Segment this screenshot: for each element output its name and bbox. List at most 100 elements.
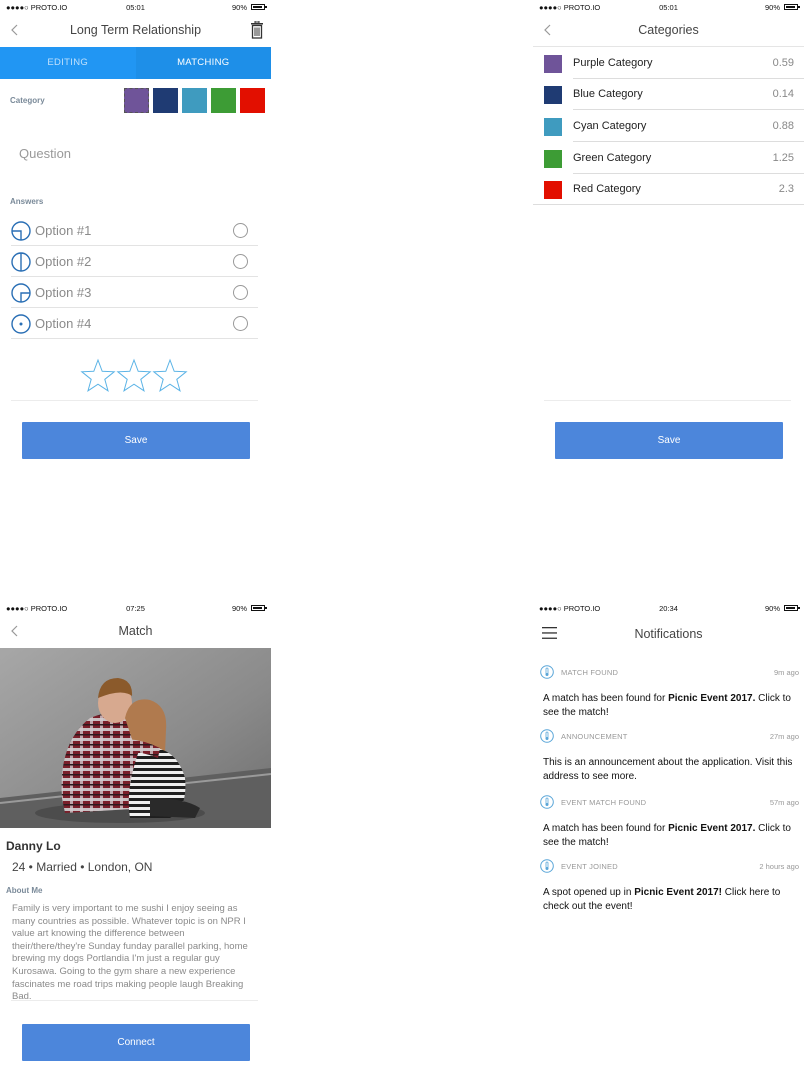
- category-value: 0.14: [772, 88, 794, 100]
- answer-option-label: Option #1: [35, 223, 92, 238]
- category-value: 0.59: [772, 57, 794, 69]
- thermometer-icon: [540, 795, 554, 809]
- question-editor-screen: ●●●●○ PROTO.IO 05:01 90% Long Term Relat…: [0, 0, 271, 470]
- dot-circle-icon: [11, 314, 31, 334]
- divider: [11, 400, 258, 401]
- notification-time: 2 hours ago: [759, 862, 799, 871]
- pie-three-quarter-icon: [11, 283, 31, 303]
- category-row-cyan[interactable]: Cyan Category 0.88: [533, 111, 804, 142]
- trash-icon[interactable]: [250, 21, 264, 39]
- swatch-green[interactable]: [211, 88, 236, 113]
- thermometer-icon: [540, 729, 554, 743]
- battery-icon: [251, 4, 267, 10]
- page-title: Long Term Relationship: [69, 23, 202, 37]
- notification-time: 57m ago: [769, 798, 799, 807]
- answer-option-1[interactable]: Option #1: [11, 215, 258, 246]
- notification-header: EVENT JOINED 2 hours ago: [539, 859, 799, 875]
- swatch-blue[interactable]: [153, 88, 178, 113]
- category-name: Green Category: [573, 152, 652, 164]
- star-icon: [80, 358, 116, 392]
- notification-type: EVENT MATCH FOUND: [561, 798, 647, 807]
- answer-option-label: Option #2: [35, 254, 92, 269]
- answer-option-4[interactable]: Option #4: [11, 308, 258, 339]
- category-label: Category: [10, 96, 45, 105]
- nav-bar: Match: [0, 615, 271, 647]
- clock: 05:01: [659, 3, 678, 12]
- notification-message[interactable]: A match has been found for Picnic Event …: [543, 822, 798, 850]
- page-title: Match: [118, 624, 153, 638]
- profile-photo: [0, 648, 271, 828]
- answer-radio[interactable]: [233, 254, 248, 269]
- answer-option-label: Option #4: [35, 316, 92, 331]
- clock: 07:25: [126, 604, 145, 613]
- answer-option-2[interactable]: Option #2: [11, 246, 258, 277]
- notification-message[interactable]: A match has been found for Picnic Event …: [543, 692, 798, 720]
- notification-time: 27m ago: [769, 732, 799, 741]
- answer-radio[interactable]: [233, 223, 248, 238]
- match-screen: ●●●●○ PROTO.IO 07:25 90% Match Danny Lo …: [0, 601, 271, 1083]
- notification-header: ANNOUNCEMENT 27m ago: [539, 729, 799, 745]
- categories-screen: ●●●●○ PROTO.IO 05:01 90% Categories Purp…: [533, 0, 804, 470]
- battery-icon: [784, 4, 800, 10]
- category-color-swatch: [544, 55, 562, 73]
- notification-message[interactable]: A spot opened up in Picnic Event 2017! C…: [543, 886, 798, 914]
- save-button[interactable]: Save: [555, 422, 783, 459]
- status-bar: ●●●●○ PROTO.IO 05:01 90%: [0, 0, 271, 14]
- save-button[interactable]: Save: [22, 422, 250, 459]
- category-value: 2.3: [778, 183, 794, 195]
- notification-time: 9m ago: [773, 668, 799, 677]
- category-value: 1.25: [772, 152, 794, 164]
- star-icon: [116, 358, 152, 392]
- category-row-purple[interactable]: Purple Category 0.59: [533, 48, 804, 79]
- answers-label: Answers: [10, 197, 44, 206]
- category-color-swatch: [544, 86, 562, 104]
- battery-percent: 90%: [231, 3, 247, 12]
- tab-matching[interactable]: MATCHING: [135, 47, 271, 79]
- category-row-blue[interactable]: Blue Category 0.14: [533, 79, 804, 110]
- swatch-purple[interactable]: [124, 88, 149, 113]
- answer-radio[interactable]: [233, 316, 248, 331]
- nav-bar: Notifications: [533, 615, 804, 647]
- category-color-swatch: [544, 150, 562, 168]
- answer-option-3[interactable]: Option #3: [11, 277, 258, 308]
- status-bar: ●●●●○ PROTO.IO 05:01 90%: [533, 0, 804, 14]
- thermometer-icon: [540, 859, 554, 873]
- category-color-swatch: [544, 118, 562, 136]
- category-name: Blue Category: [573, 88, 643, 100]
- category-row-green[interactable]: Green Category 1.25: [533, 143, 804, 174]
- clock: 20:34: [659, 604, 678, 613]
- divider: [533, 204, 804, 205]
- notification-header: MATCH FOUND 9m ago: [539, 665, 799, 681]
- divider: [573, 141, 804, 142]
- notification-message[interactable]: This is an announcement about the applic…: [543, 756, 798, 784]
- clock: 05:01: [126, 3, 145, 12]
- swatch-cyan[interactable]: [182, 88, 207, 113]
- swatch-red[interactable]: [240, 88, 265, 113]
- about-me-text: Family is very important to me sushi I e…: [12, 903, 248, 1003]
- answer-radio[interactable]: [233, 285, 248, 300]
- divider: [573, 109, 804, 110]
- pie-quarter-icon: [11, 221, 31, 241]
- category-value: 0.88: [772, 120, 794, 132]
- notification-header: EVENT MATCH FOUND 57m ago: [539, 795, 799, 811]
- battery-icon: [251, 605, 267, 611]
- profile-name: Danny Lo: [6, 839, 61, 853]
- category-name: Red Category: [573, 183, 641, 195]
- category-row-red[interactable]: Red Category 2.3: [533, 174, 804, 205]
- question-input[interactable]: Question: [19, 146, 71, 161]
- page-title: Categories: [638, 23, 699, 37]
- star-icon: [152, 358, 188, 392]
- tab-editing[interactable]: EDITING: [0, 47, 136, 79]
- connect-button[interactable]: Connect: [22, 1024, 250, 1061]
- pie-half-icon: [11, 252, 31, 272]
- battery-icon: [784, 605, 800, 611]
- divider: [11, 1000, 258, 1001]
- notifications-screen: ●●●●○ PROTO.IO 20:34 90% Notifications M…: [533, 601, 804, 1083]
- notification-type: EVENT JOINED: [561, 862, 618, 871]
- category-color-swatch: [544, 181, 562, 199]
- star-rating[interactable]: [80, 358, 190, 394]
- category-name: Purple Category: [573, 57, 653, 69]
- status-bar: ●●●●○ PROTO.IO 20:34 90%: [533, 601, 804, 615]
- page-title: Notifications: [634, 627, 703, 641]
- notification-type: MATCH FOUND: [561, 668, 619, 677]
